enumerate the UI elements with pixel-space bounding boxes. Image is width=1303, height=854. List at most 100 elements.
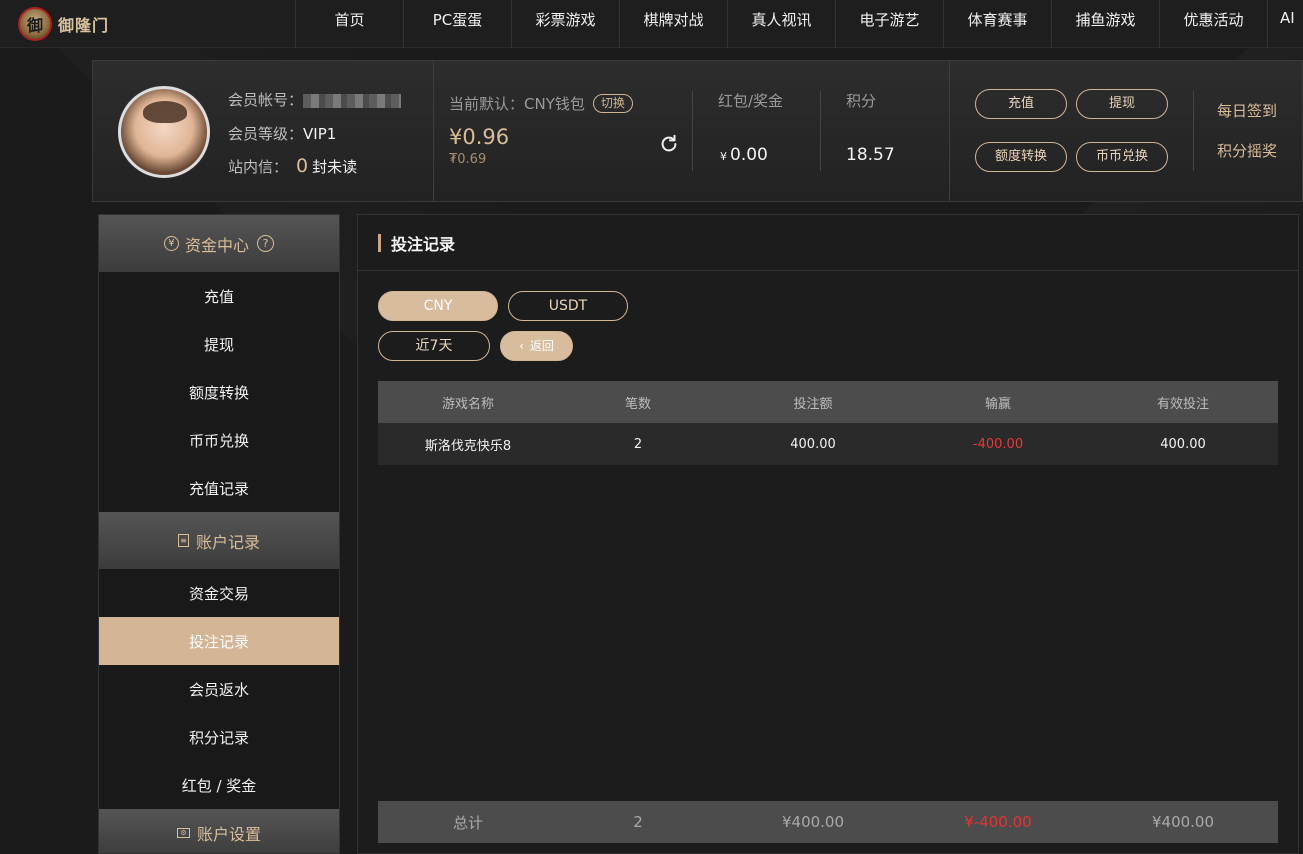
bonus-amount: 0.00: [730, 145, 768, 165]
points-lottery-link[interactable]: 积分摇奖: [1217, 140, 1277, 161]
page-title-text: 投注记录: [391, 234, 456, 254]
bonus-currency: ¥: [720, 150, 727, 163]
cell-win-loss: -400.00: [972, 436, 1024, 452]
money-icon: ¥: [163, 236, 179, 251]
wallet-label: 当前默认：CNY钱包 切换: [449, 93, 633, 114]
col-win-loss[interactable]: 输赢: [908, 393, 1088, 412]
logo-icon: 御: [18, 7, 52, 41]
total-win-loss: ¥-400.00: [964, 813, 1032, 831]
sidebar-item-deposit[interactable]: 充值: [99, 272, 339, 320]
exchange-button[interactable]: 币币兑换: [1076, 142, 1168, 172]
table-row[interactable]: 斯洛伐克快乐8 2 400.00 -400.00 400.00: [378, 423, 1278, 465]
withdraw-button[interactable]: 提现: [1076, 89, 1168, 119]
mail-suffix: 封未读: [312, 158, 358, 176]
daily-signin-link[interactable]: 每日签到: [1217, 100, 1277, 121]
mail-label: 站内信：: [228, 158, 289, 176]
sidebar-item-withdraw[interactable]: 提现: [99, 320, 339, 368]
nav-item-chess[interactable]: 棋牌对战: [619, 0, 727, 48]
mail-row[interactable]: 站内信： 0 封未读: [228, 155, 357, 177]
nav-item-sports[interactable]: 体育赛事: [943, 0, 1051, 48]
period-select[interactable]: 近7天: [378, 331, 490, 361]
sidebar-item-points-records[interactable]: 积分记录: [99, 713, 339, 761]
col-count[interactable]: 笔数: [558, 393, 718, 412]
total-count: 2: [633, 813, 643, 831]
sidebar-section-settings[interactable]: ⚙ 账户设置: [99, 809, 339, 853]
cell-count: 2: [633, 436, 643, 452]
total-bet-amount: ¥400.00: [781, 813, 845, 831]
total-valid-bet: ¥400.00: [1151, 813, 1215, 831]
wallet-sub-amount: ₮0.69: [449, 152, 487, 167]
nav-item-slots[interactable]: 电子游艺: [835, 0, 943, 48]
col-valid-bet[interactable]: 有效投注: [1088, 393, 1278, 412]
cell-valid-bet: 400.00: [1160, 436, 1206, 452]
top-nav: 御 御隆门 首页 PC蛋蛋 彩票游戏 棋牌对战 真人视讯 电子游艺 体育赛事 捕…: [0, 0, 1303, 48]
col-game-name[interactable]: 游戏名称: [378, 393, 558, 412]
points-value: 18.57: [846, 145, 895, 165]
mail-count: 0: [296, 155, 309, 177]
table-header: 游戏名称 笔数 投注额 输赢 有效投注: [378, 381, 1278, 423]
bonus-label: 红包/奖金: [718, 92, 784, 110]
points-label: 积分: [846, 92, 877, 110]
nav-item-fishing[interactable]: 捕鱼游戏: [1051, 0, 1159, 48]
account-value-blurred: [303, 93, 402, 108]
level-value: VIP1: [303, 125, 337, 143]
sidebar-item-transfer[interactable]: 额度转换: [99, 368, 339, 416]
help-icon[interactable]: ?: [257, 235, 274, 252]
sidebar-item-deposit-records[interactable]: 充值记录: [99, 464, 339, 512]
account-row: 会员帐号：: [228, 89, 402, 110]
record-icon: ≡: [177, 534, 189, 547]
sidebar-item-bet-records[interactable]: 投注记录: [99, 617, 339, 665]
col-bet-amount[interactable]: 投注额: [718, 393, 908, 412]
wallet-switch-button[interactable]: 切换: [592, 94, 633, 113]
main-panel: 投注记录 CNY USDT 近7天 ‹ 返回 游戏名称 笔数 投注额 输赢 有效投…: [357, 214, 1299, 854]
divider: [1193, 91, 1194, 171]
sidebar-section-title: 账户设置: [196, 825, 261, 844]
divider: [433, 61, 434, 201]
wallet-amount: ¥0.96: [449, 125, 510, 149]
wallet-label-text: 当前默认：CNY钱包: [449, 95, 585, 113]
sidebar-item-bonus[interactable]: 红包 / 奖金: [99, 761, 339, 809]
bonus-value: ¥0.00: [720, 145, 768, 165]
avatar[interactable]: [118, 86, 210, 178]
back-label: 返回: [529, 339, 554, 353]
nav-item-live[interactable]: 真人视讯: [727, 0, 835, 48]
sidebar-section-title: 资金中心: [184, 235, 249, 255]
sidebar: ¥ 资金中心 ? 充值 提现 额度转换 币币兑换 充值记录 ≡ 账户记录 资金交…: [98, 214, 340, 854]
level-label: 会员等级：: [228, 125, 304, 143]
sidebar-item-transactions[interactable]: 资金交易: [99, 569, 339, 617]
divider: [820, 91, 821, 171]
sidebar-item-rebate[interactable]: 会员返水: [99, 665, 339, 713]
transfer-button[interactable]: 额度转换: [975, 142, 1067, 172]
title-accent-bar: [378, 233, 381, 252]
refresh-icon[interactable]: [658, 133, 680, 155]
total-label: 总计: [452, 813, 483, 832]
back-button[interactable]: ‹ 返回: [500, 331, 573, 361]
sidebar-section-title: 账户记录: [195, 532, 260, 552]
tab-cny[interactable]: CNY: [378, 291, 498, 321]
nav-item-home[interactable]: 首页: [295, 0, 403, 48]
nav-items: 首页 PC蛋蛋 彩票游戏 棋牌对战 真人视讯 电子游艺 体育赛事 捕鱼游戏 优惠…: [295, 0, 1303, 48]
level-row: 会员等级：VIP1: [228, 123, 336, 144]
sidebar-item-exchange[interactable]: 币币兑换: [99, 416, 339, 464]
cell-bet-amount: 400.00: [790, 436, 836, 452]
settings-icon: ⚙: [176, 828, 190, 838]
nav-item-ai[interactable]: AI: [1267, 0, 1303, 48]
logo-text: 御隆门: [58, 16, 110, 35]
page-title: 投注记录: [358, 215, 1298, 271]
account-label: 会员帐号：: [228, 91, 304, 109]
sidebar-section-funds[interactable]: ¥ 资金中心 ?: [99, 215, 339, 272]
sidebar-section-records[interactable]: ≡ 账户记录: [99, 512, 339, 569]
table-totals: 总计 2 ¥400.00 ¥-400.00 ¥400.00: [378, 801, 1278, 843]
tab-usdt[interactable]: USDT: [508, 291, 628, 321]
member-bar: 会员帐号： 会员等级：VIP1 站内信： 0 封未读 当前默认：CNY钱包 切换 ¥0…: [92, 60, 1303, 202]
nav-item-pc-egg[interactable]: PC蛋蛋: [403, 0, 511, 48]
nav-item-lottery[interactable]: 彩票游戏: [511, 0, 619, 48]
chevron-left-icon: ‹: [519, 339, 524, 353]
divider: [949, 61, 950, 201]
bet-records-table: 游戏名称 笔数 投注额 输赢 有效投注 斯洛伐克快乐8 2 400.00 -40…: [378, 381, 1278, 465]
nav-item-promotions[interactable]: 优惠活动: [1159, 0, 1267, 48]
divider: [692, 91, 693, 171]
deposit-button[interactable]: 充值: [975, 89, 1067, 119]
cell-game-name: 斯洛伐克快乐8: [424, 438, 512, 454]
logo[interactable]: 御 御隆门: [18, 4, 118, 44]
